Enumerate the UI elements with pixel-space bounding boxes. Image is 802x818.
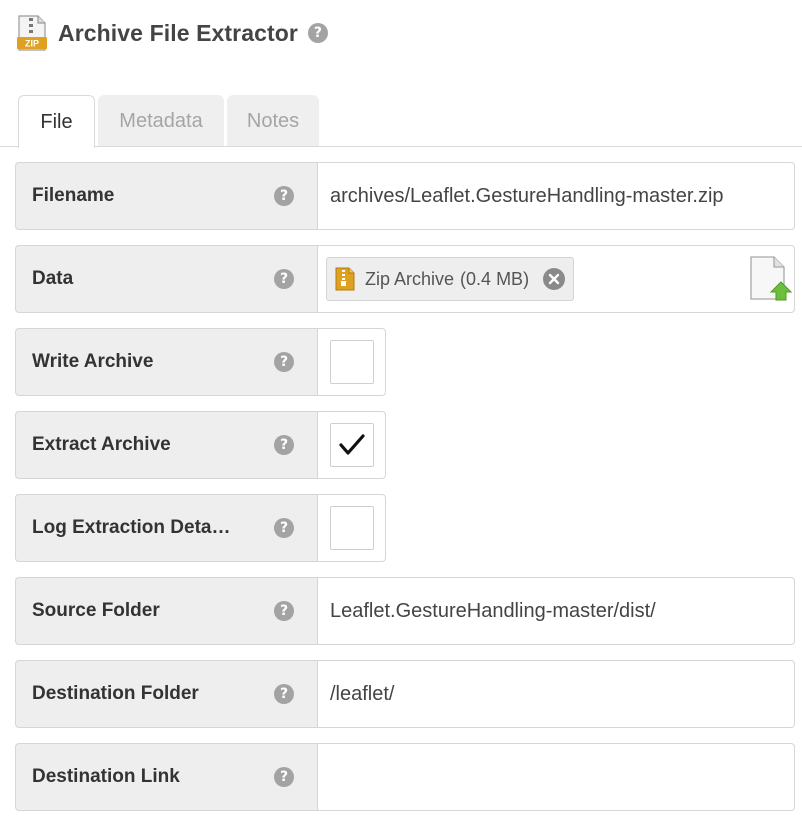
- field-label: Destination Folder ?: [15, 660, 317, 728]
- tab-notes[interactable]: Notes: [227, 95, 319, 147]
- filename-value: archives/Leaflet.GestureHandling-master.…: [330, 184, 724, 207]
- tab-divider: [0, 146, 802, 147]
- destination-folder-input[interactable]: /leaflet/: [317, 660, 795, 728]
- file-size: (0.4 MB): [460, 268, 530, 289]
- field-label-text: Destination Link: [32, 766, 180, 787]
- log-extraction-checkbox[interactable]: [329, 506, 374, 550]
- field-destination-folder: Destination Folder ? /leaflet/: [15, 660, 795, 728]
- field-label-text: Destination Folder: [32, 683, 199, 704]
- page-title: Archive File Extractor: [58, 19, 298, 46]
- field-label-text: Source Folder: [32, 600, 160, 621]
- field-log-extraction-details: Log Extraction Deta… ?: [15, 494, 386, 562]
- page-header: ZIP Archive File Extractor ?: [16, 14, 328, 52]
- destination-folder-value: /leaflet/: [330, 682, 395, 705]
- field-destination-link: Destination Link ?: [15, 743, 795, 811]
- help-icon[interactable]: ?: [274, 684, 294, 704]
- help-icon[interactable]: ?: [274, 186, 294, 206]
- help-icon[interactable]: ?: [274, 352, 294, 372]
- source-folder-value: Leaflet.GestureHandling-master/dist/: [330, 599, 656, 622]
- write-archive-checkbox[interactable]: [329, 340, 374, 384]
- field-label-text: Log Extraction Deta…: [32, 517, 231, 538]
- checkmark-icon: [338, 434, 365, 455]
- extract-archive-checkbox[interactable]: [329, 423, 374, 467]
- field-label: Write Archive ?: [15, 328, 317, 396]
- field-source-folder: Source Folder ? Leaflet.GestureHandling-…: [15, 577, 795, 645]
- zip-file-icon: ZIP: [16, 15, 48, 51]
- checkbox-cell: [317, 411, 386, 479]
- data-file-field[interactable]: Zip Archive (0.4 MB): [317, 245, 795, 313]
- help-icon[interactable]: ?: [274, 767, 294, 787]
- remove-icon[interactable]: [543, 268, 566, 290]
- help-icon[interactable]: ?: [274, 601, 294, 621]
- field-write-archive: Write Archive ?: [15, 328, 386, 396]
- field-label: Data ?: [15, 245, 317, 313]
- zip-file-icon: [335, 267, 355, 291]
- tab-metadata[interactable]: Metadata: [98, 95, 224, 147]
- field-extract-archive: Extract Archive ?: [15, 411, 386, 479]
- field-label: Source Folder ?: [15, 577, 317, 645]
- help-icon[interactable]: ?: [274, 435, 294, 455]
- field-label-text: Data: [32, 268, 74, 289]
- svg-text:ZIP: ZIP: [25, 39, 39, 49]
- field-label: Log Extraction Deta… ?: [15, 494, 317, 562]
- help-icon[interactable]: ?: [274, 518, 294, 538]
- field-filename: Filename ? archives/Leaflet.GestureHandl…: [15, 162, 795, 230]
- field-label: Filename ?: [15, 162, 317, 230]
- field-label-text: Filename: [32, 185, 115, 206]
- tab-file[interactable]: File: [18, 95, 95, 148]
- field-data: Data ? Zip Archive (0.4 MB): [15, 245, 795, 313]
- source-folder-input[interactable]: Leaflet.GestureHandling-master/dist/: [317, 577, 795, 645]
- help-icon[interactable]: ?: [274, 269, 294, 289]
- field-label-text: Write Archive: [32, 351, 154, 372]
- help-icon[interactable]: ?: [307, 23, 328, 43]
- file-name: Zip Archive: [365, 268, 455, 289]
- destination-link-input[interactable]: [317, 743, 795, 811]
- tab-bar: File Metadata Notes: [18, 95, 802, 148]
- field-label: Destination Link ?: [15, 743, 317, 811]
- checkbox-cell: [317, 328, 386, 396]
- checkbox-cell: [317, 494, 386, 562]
- file-chip[interactable]: Zip Archive (0.4 MB): [326, 257, 575, 301]
- field-label: Extract Archive ?: [15, 411, 317, 479]
- filename-input[interactable]: archives/Leaflet.GestureHandling-master.…: [317, 162, 795, 230]
- field-label-text: Extract Archive: [32, 434, 171, 455]
- upload-file-icon[interactable]: [748, 255, 793, 303]
